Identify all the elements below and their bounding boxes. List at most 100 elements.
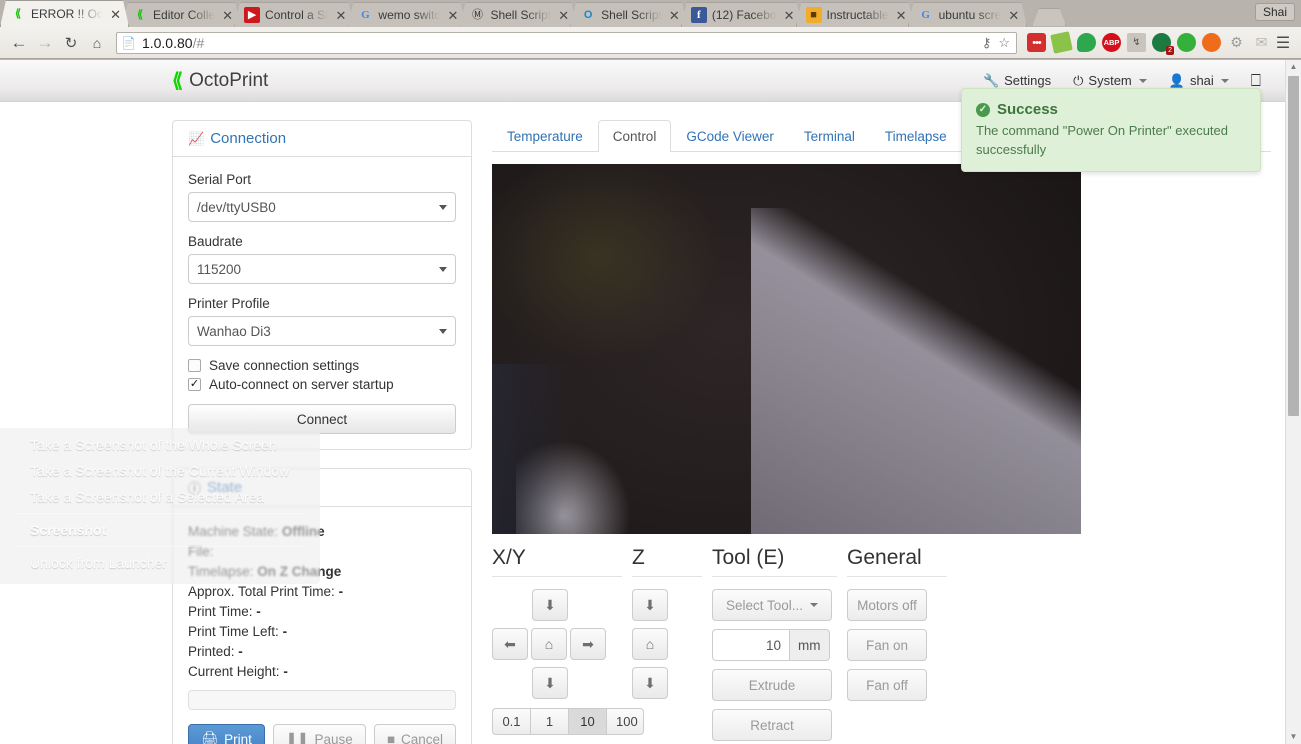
- gear-extension-icon[interactable]: ⚙: [1227, 33, 1246, 52]
- tab-close-icon[interactable]: ✕: [557, 9, 570, 22]
- hamburger-menu-icon[interactable]: ☰: [1271, 33, 1295, 53]
- jog-z-home-button[interactable]: ⌂: [632, 628, 668, 660]
- browser-tab-0[interactable]: ⟪ ERROR !! Oc ✕: [0, 0, 129, 27]
- save-page-extension-icon[interactable]: ↯: [1127, 33, 1146, 52]
- star-icon[interactable]: ☆: [998, 35, 1010, 51]
- hangouts-extension-icon[interactable]: [1077, 33, 1096, 52]
- quicklist-item-whole-screen[interactable]: Take a Screenshot of the Whole Screen: [0, 432, 320, 458]
- page-viewport: ⟪ OctoPrint 🔧 Settings ⏻ System 👤 shai ⎕…: [0, 60, 1301, 744]
- nav-settings[interactable]: 🔧 Settings: [983, 73, 1051, 89]
- save-connection-settings-row[interactable]: Save connection settings: [188, 358, 456, 373]
- browser-tab-2[interactable]: ▶ Control a St ✕: [234, 2, 354, 27]
- step-size-0.1[interactable]: 0.1: [492, 708, 530, 735]
- jog-y-down-button[interactable]: ⬇: [532, 667, 568, 699]
- webcam-layer-shadow: [492, 363, 575, 534]
- jog-z-up-button[interactable]: ⬇: [632, 589, 668, 621]
- tab-close-icon[interactable]: ✕: [783, 9, 796, 22]
- tab-close-icon[interactable]: ✕: [334, 9, 347, 22]
- tab-terminal[interactable]: Terminal: [789, 120, 870, 152]
- jog-y-up-button[interactable]: ⬇: [532, 589, 568, 621]
- lastpass-extension-icon[interactable]: •••: [1027, 33, 1046, 52]
- autoconnect-row[interactable]: ✓ Auto-connect on server startup: [188, 377, 456, 392]
- save-connection-settings-checkbox[interactable]: [188, 359, 201, 372]
- state-value: -: [283, 664, 288, 679]
- new-tab-button[interactable]: [1032, 8, 1066, 26]
- quicklist-item-unlock-from-launcher[interactable]: Unlock from Launcher: [0, 550, 320, 576]
- browser-tab-6[interactable]: f (12) Facebo ✕: [681, 2, 803, 27]
- mail-extension-icon[interactable]: ✉: [1252, 33, 1271, 52]
- state-label: Current Height:: [188, 664, 280, 679]
- octoprint-icon: ⟪: [136, 8, 144, 21]
- jog-z-down-button[interactable]: ⬇: [632, 667, 668, 699]
- tab-timelapse[interactable]: Timelapse: [870, 120, 962, 152]
- quicklist-item-screenshot[interactable]: Screenshot: [0, 517, 320, 543]
- ubuntu-extension-icon[interactable]: [1202, 33, 1221, 52]
- key-icon[interactable]: ⚷: [982, 35, 992, 51]
- nav-system[interactable]: ⏻ System: [1073, 73, 1147, 89]
- serial-port-select[interactable]: /dev/ttyUSB0: [188, 192, 456, 222]
- fan-off-button[interactable]: Fan off: [847, 669, 927, 701]
- extrusion-amount-input[interactable]: 10: [712, 629, 790, 661]
- user-icon: 👤: [1168, 72, 1185, 88]
- jog-x-right-button[interactable]: ➡: [570, 628, 606, 660]
- success-notification[interactable]: ✓ Success The command "Power On Printer"…: [961, 88, 1261, 172]
- quicklist-item-selected-area[interactable]: Take a Screenshot of a Selected Area: [0, 484, 320, 510]
- jog-x-left-button[interactable]: ⬅: [492, 628, 528, 660]
- step-size-1[interactable]: 1: [530, 708, 568, 735]
- browser-tab-5[interactable]: O Shell Script ✕: [570, 2, 688, 27]
- browser-tab-3[interactable]: G wemo switc ✕: [347, 2, 466, 27]
- tab-close-icon[interactable]: ✕: [109, 8, 122, 21]
- home-icon[interactable]: ⌂: [84, 30, 110, 56]
- adblock-plus-extension-icon[interactable]: ABP: [1102, 33, 1121, 52]
- tab-close-icon[interactable]: ✕: [668, 9, 681, 22]
- extrude-button[interactable]: Extrude: [712, 669, 832, 701]
- forward-arrow-icon[interactable]: →: [32, 30, 58, 56]
- browser-tab-8[interactable]: G ubuntu scre ✕: [908, 2, 1028, 27]
- facebook-icon: f: [691, 7, 707, 23]
- browser-tab-7[interactable]: ■ Instructable ✕: [796, 2, 915, 27]
- tab-title: (12) Facebo: [711, 8, 777, 22]
- jog-z-column: Z ⬇ ⌂ ⬇: [632, 546, 712, 744]
- quicklist-separator: [12, 513, 308, 514]
- scrollbar-thumb[interactable]: [1288, 76, 1299, 416]
- printer-profile-select[interactable]: Wanhao Di3: [188, 316, 456, 346]
- octoprint-brand[interactable]: ⟪ OctoPrint: [172, 70, 268, 92]
- url-path: /#: [192, 34, 205, 51]
- page-scrollbar[interactable]: ▲ ▼: [1285, 60, 1301, 744]
- step-size-10[interactable]: 10: [568, 708, 606, 735]
- green-circle-extension-icon[interactable]: [1177, 33, 1196, 52]
- tab-close-icon[interactable]: ✕: [895, 9, 908, 22]
- address-bar[interactable]: 📄 1.0.0.80 /# ⚷ ☆: [116, 31, 1017, 54]
- connection-panel-header[interactable]: 📈 Connection: [173, 121, 471, 157]
- baudrate-select[interactable]: 115200: [188, 254, 456, 284]
- autoconnect-checkbox[interactable]: ✓: [188, 378, 201, 391]
- tab-close-icon[interactable]: ✕: [446, 9, 459, 22]
- chevron-down-icon: [1138, 78, 1147, 83]
- retract-button[interactable]: Retract: [712, 709, 832, 741]
- cancel-button[interactable]: ■ Cancel: [373, 724, 456, 744]
- tab-close-icon[interactable]: ✕: [1007, 9, 1020, 22]
- tab-control[interactable]: Control: [597, 120, 672, 152]
- password-manager-extension-icon[interactable]: 2: [1152, 33, 1174, 55]
- reload-icon[interactable]: ↻: [58, 30, 84, 56]
- browser-tab-4[interactable]: Ⓜ Shell Script ✕: [459, 2, 577, 27]
- back-arrow-icon[interactable]: ←: [6, 30, 32, 56]
- tab-gcode-viewer[interactable]: GCode Viewer: [671, 120, 789, 152]
- fan-on-button[interactable]: Fan on: [847, 629, 927, 661]
- tab-title: wemo switc: [378, 8, 441, 22]
- pause-button[interactable]: ❚❚ Pause: [272, 724, 366, 744]
- webcam-stream[interactable]: [492, 164, 1081, 534]
- jog-xy-home-button[interactable]: ⌂: [531, 628, 567, 660]
- motors-off-button[interactable]: Motors off: [847, 589, 927, 621]
- scroll-up-arrow-icon[interactable]: ▲: [1290, 60, 1298, 74]
- quicklist-item-current-window[interactable]: Take a Screenshot of the Current Window: [0, 458, 320, 484]
- scroll-down-arrow-icon[interactable]: ▼: [1290, 730, 1298, 744]
- browser-tab-1[interactable]: ⟪ Editor Colle ✕: [122, 2, 241, 27]
- octoprint-content: 📈 Connection Serial Port /dev/ttyUSB0 Ba…: [0, 102, 1301, 744]
- print-button[interactable]: 🖨 Print: [188, 724, 265, 744]
- select-tool-dropdown[interactable]: Select Tool...: [712, 589, 832, 621]
- nav-user-menu[interactable]: 👤 shai: [1169, 73, 1229, 89]
- tab-close-icon[interactable]: ✕: [221, 9, 234, 22]
- pocket-extension-icon[interactable]: [1050, 31, 1073, 54]
- tab-temperature[interactable]: Temperature: [492, 120, 598, 152]
